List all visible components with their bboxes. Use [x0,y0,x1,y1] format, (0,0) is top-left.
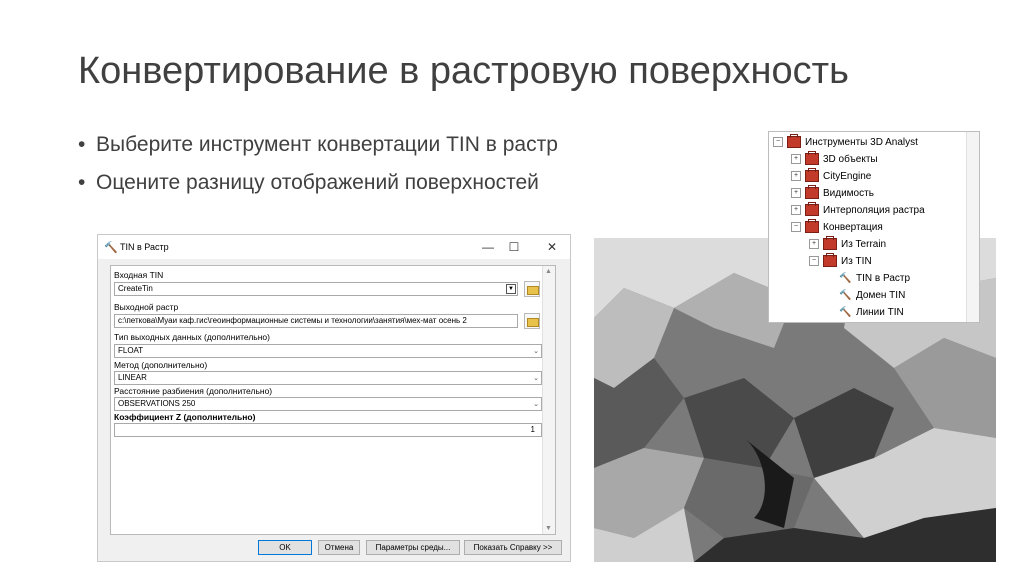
output-raster-input[interactable]: c:\петкова\Муаи каф.гис\геоинформационны… [114,314,518,328]
environments-button[interactable]: Параметры среды... [366,540,460,555]
bullet-text: Выберите инструмент конвертации TIN в ра… [96,133,558,156]
expand-icon[interactable]: + [791,154,801,165]
tree-item-label: Интерполяция растра [823,205,925,216]
method-value: LINEAR [118,373,147,382]
collapse-icon[interactable]: − [809,256,819,267]
ok-button[interactable]: OK [258,540,312,555]
tree-item-3d-objects[interactable]: +3D объекты [791,151,878,168]
bullet-item: • Оцените разницу отображений поверхносте… [78,166,558,204]
tree-scrollbar[interactable] [966,132,979,322]
show-help-button[interactable]: Показать Справку >> [464,540,562,555]
tree-item-label: CityEngine [823,171,872,182]
expand-icon[interactable]: + [791,205,801,216]
tree-item-label: Конвертация [823,222,883,233]
bullet-dot: • [78,133,86,156]
toolbox-icon [787,134,801,149]
tree-item-label: Инструменты 3D Analyst [805,137,918,148]
tree-item-label: TIN в Растр [856,273,911,284]
input-tin-combo[interactable]: CreateTin ▼ [114,282,518,296]
slide-title: Конвертирование в растровую поверхность [78,50,849,92]
tree-item-label: Из TIN [841,256,872,267]
panel-scrollbar[interactable]: ▲ ▼ [542,266,555,534]
scroll-up-icon[interactable]: ▲ [545,268,552,275]
tree-item-raster-interpolation[interactable]: + Интерполяция растра [791,202,925,219]
chevron-down-icon: ⌄ [533,401,539,408]
tree-item-visibility[interactable]: + Видимость [791,185,874,202]
cancel-button[interactable]: Отмена [318,540,360,555]
tree-item-label: 3D объекты [823,154,878,165]
tree-item-from-tin[interactable]: − Из TIN [809,253,872,270]
toolset-icon [805,168,819,183]
hammer-icon: 🔨 [104,242,118,254]
scroll-down-icon[interactable]: ▼ [545,525,552,532]
tin-to-raster-dialog: 🔨 TIN в Растр — ☐ ✕ Входная TIN CreateTi… [97,234,571,562]
tree-item-cityengine[interactable]: + CityEngine [791,168,871,185]
tree-item-tin-lines[interactable]: 🔨 Линии TIN [839,304,904,321]
dialog-titlebar[interactable]: 🔨 TIN в Растр — ☐ ✕ [98,235,570,259]
sampling-label: Расстояние разбиения (дополнительно) [114,386,273,396]
bullet-list: • Выберите инструмент конвертации TIN в р… [78,128,558,204]
tree-item-label: Видимость [823,188,874,199]
browse-folder-icon[interactable] [524,281,540,297]
output-raster-label: Выходной растр [114,302,179,312]
hammer-icon: 🔨 [839,290,852,301]
expand-icon[interactable]: + [791,188,801,199]
toolset-icon [823,236,837,251]
chevron-down-icon: ⌄ [533,375,539,382]
maximize-button[interactable]: ☐ [504,238,524,256]
zfactor-label: Коэффициент Z (дополнительно) [114,412,256,422]
toolset-icon [805,219,819,234]
input-tin-value: CreateTin [118,284,153,293]
output-type-label: Тип выходных данных (дополнительно) [114,332,270,342]
bullet-item: • Выберите инструмент конвертации TIN в р… [78,128,558,166]
toolset-icon [805,202,819,217]
tree-item-from-terrain[interactable]: + Из Terrain [809,236,886,253]
tree-item-label: Линии TIN [856,307,904,318]
tree-item-tin-domain[interactable]: 🔨 Домен TIN [839,287,905,304]
output-raster-value: c:\петкова\Муаи каф.гис\геоинформационны… [118,316,467,325]
output-type-select[interactable]: FLOAT ⌄ [114,344,542,358]
bullet-text: Оцените разницу отображений поверхностей [96,171,539,194]
parameters-panel: Входная TIN CreateTin ▼ Выходной растр c… [110,265,556,535]
collapse-icon[interactable]: − [773,137,783,148]
sampling-select[interactable]: OBSERVATIONS 250 ⌄ [114,397,542,411]
sampling-value: OBSERVATIONS 250 [118,399,196,408]
tree-item-tin-to-raster[interactable]: 🔨 TIN в Растр [839,270,910,287]
toolbox-tree: − Инструменты 3D Analyst +3D объекты + Cit… [768,131,980,323]
collapse-icon[interactable]: − [791,222,801,233]
toolset-icon [805,151,819,166]
method-label: Метод (дополнительно) [114,360,208,370]
chevron-down-icon: ⌄ [533,348,539,355]
toolset-icon [805,185,819,200]
browse-folder-icon[interactable] [524,313,540,329]
minimize-button[interactable]: — [478,238,498,256]
expand-icon[interactable]: + [809,239,819,250]
input-tin-label: Входная TIN [114,270,164,280]
tree-item-label: Из Terrain [841,239,887,250]
zfactor-value: 1 [530,425,535,434]
tree-item-label: Домен TIN [856,290,906,301]
dropdown-arrow-icon[interactable]: ▼ [506,284,516,294]
tree-item-3d-analyst[interactable]: − Инструменты 3D Analyst [773,134,918,151]
output-type-value: FLOAT [118,346,144,355]
bullet-dot: • [78,171,86,194]
close-button[interactable]: ✕ [542,238,562,256]
method-select[interactable]: LINEAR ⌄ [114,371,542,385]
dialog-title: TIN в Растр [120,242,169,252]
hammer-icon: 🔨 [839,273,852,284]
hammer-icon: 🔨 [839,307,852,318]
toolset-icon [823,253,837,268]
tree-item-conversion[interactable]: − Конвертация [791,219,883,236]
zfactor-input[interactable]: 1 [114,423,542,437]
expand-icon[interactable]: + [791,171,801,182]
